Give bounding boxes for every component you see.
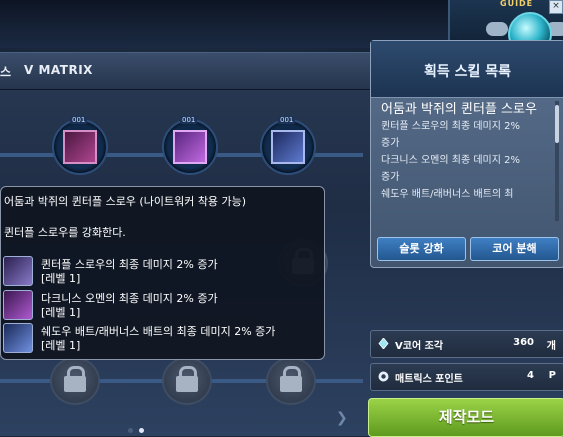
page-dot-active[interactable]	[139, 428, 144, 433]
chevron-right-icon[interactable]: ❯	[336, 410, 348, 426]
slot-level: 001	[180, 116, 198, 124]
tooltip-title: 어둠과 박쥐의 퀸터플 스로우 (나이트워커 착용 가능)	[4, 195, 247, 208]
skill-line: 다크니스 오멘의 최종 데미지 2%	[381, 155, 520, 166]
darkness-omen-skill-icon	[3, 290, 33, 320]
effect-level: [레벨 1]	[41, 306, 81, 319]
title-prefix: 스	[0, 65, 12, 79]
quintuple-throw-core-icon	[63, 130, 97, 164]
slot-upgrade-button[interactable]: 슬롯 강화	[377, 237, 466, 261]
skill-list-scrollbar[interactable]	[555, 101, 559, 221]
tooltip-effect-row: 퀸터플 스로우의 최종 데미지 2% 증가 [레벨 1]	[3, 256, 321, 286]
matrix-slot-2[interactable]: 001	[162, 116, 218, 175]
locked-slot[interactable]	[162, 357, 212, 405]
quintuple-throw-skill-icon	[3, 256, 33, 286]
skill-line: 퀸터플 스로우의 최종 데미지 2%	[381, 121, 520, 132]
tooltip-effect-row: 쉐도우 배트/래버너스 배트의 최종 데미지 2% 증가 [레벨 1]	[3, 323, 321, 353]
scroll-thumb[interactable]	[555, 105, 559, 143]
shadow-bat-core-icon	[271, 130, 305, 164]
craft-mode-button[interactable]: 제작모드	[368, 398, 563, 437]
matrix-point-value: 4	[527, 370, 534, 381]
page-indicator	[128, 418, 150, 437]
v-core-label: V코어 조각	[395, 341, 444, 352]
panel-header: 획득 스킬 목록	[371, 41, 563, 98]
skill-line: 증가	[381, 138, 400, 149]
skill-line: 쉐도우 배트/래버너스 배트의 최	[381, 189, 514, 200]
skill-tooltip: 어둠과 박쥐의 퀸터플 스로우 (나이트워커 착용 가능) 퀸터플 스로우를 강…	[0, 186, 325, 360]
v-core-shard-icon	[378, 338, 389, 349]
guide-wing-left	[486, 22, 508, 36]
slot-level: 001	[70, 116, 88, 124]
skill-line: 증가	[381, 172, 400, 183]
page-dot[interactable]	[128, 428, 133, 433]
guide-label: GUIDE	[500, 0, 534, 8]
matrix-slot-1[interactable]: 001	[52, 116, 108, 175]
locked-slot[interactable]	[266, 357, 316, 405]
acquired-skills-panel: 획득 스킬 목록 어둠과 박쥐의 퀸터플 스로우 퀸터플 스로우의 최종 데미지…	[370, 40, 563, 268]
effect-level: [레벨 1]	[41, 339, 81, 352]
guide-close-button[interactable]: ×	[549, 0, 563, 14]
matrix-point-icon	[378, 371, 389, 382]
darkness-omen-core-icon	[173, 130, 207, 164]
v-core-shards-display: V코어 조각 360 개	[370, 330, 563, 358]
matrix-points-display: 매트릭스 포인트 4 P	[370, 363, 563, 391]
matrix-point-label: 매트릭스 포인트	[395, 374, 463, 385]
effect-level: [레벨 1]	[41, 272, 81, 285]
panel-title: 획득 스킬 목록	[423, 64, 512, 80]
locked-slot[interactable]	[50, 357, 100, 405]
skill-name: 어둠과 박쥐의 퀸터플 스로우	[381, 102, 537, 117]
matrix-point-unit: P	[548, 370, 556, 381]
skill-list[interactable]: 어둠과 박쥐의 퀸터플 스로우 퀸터플 스로우의 최종 데미지 2% 증가 다크…	[381, 101, 549, 229]
shadow-bat-skill-icon	[3, 323, 33, 353]
matrix-slot-3[interactable]: 001	[260, 116, 316, 175]
tooltip-description: 퀸터플 스로우를 강화한다.	[4, 226, 126, 239]
slot-level: 001	[278, 116, 296, 124]
core-disassemble-button[interactable]: 코어 분해	[470, 237, 559, 261]
tooltip-effect-row: 다크니스 오멘의 최종 데미지 2% 증가 [레벨 1]	[3, 290, 321, 320]
v-core-value: 360	[513, 337, 534, 348]
window-title: V MATRIX	[24, 63, 93, 77]
v-core-unit: 개	[546, 341, 556, 352]
